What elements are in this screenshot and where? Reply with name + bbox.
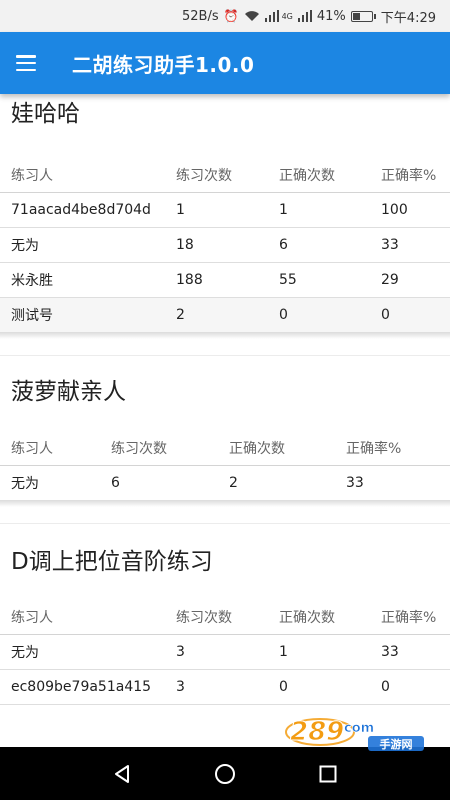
table-row[interactable]: ec809be79a51a415 3 0 0 — [0, 670, 450, 705]
back-triangle-icon[interactable] — [107, 759, 137, 789]
cell-practicer: 无为 — [11, 476, 39, 492]
header-practice-count: 练习次数 — [176, 610, 232, 626]
stats-table: 练习人 练习次数 正确次数 正确率% 71aacad4be8d704d 1 1 … — [0, 158, 450, 333]
stats-table: 练习人 练习次数 正确次数 正确率% 无为 3 1 33 ec809be79a5… — [0, 600, 450, 705]
header-correct-count: 正确次数 — [279, 168, 335, 184]
home-circle-icon[interactable] — [210, 759, 240, 789]
network-type: 4G — [281, 11, 293, 21]
header-practice-count: 练习次数 — [176, 168, 232, 184]
table-header-row: 练习人 练习次数 正确次数 正确率% — [0, 158, 450, 193]
song-title: 菠萝献亲人 — [11, 379, 126, 405]
battery-icon — [350, 10, 376, 22]
card-shadow — [0, 333, 450, 339]
cell-correct-count: 0 — [279, 307, 288, 323]
cell-accuracy: 29 — [381, 272, 399, 288]
song-title: D调上把位音阶练习 — [11, 549, 213, 575]
hamburger-menu-icon[interactable] — [0, 32, 52, 94]
status-bar: 52B/s ⏰ 4G 41% 下午4:29 — [0, 0, 450, 32]
table-header-row: 练习人 练习次数 正确次数 正确率% — [0, 431, 450, 466]
cell-accuracy: 0 — [381, 307, 390, 323]
cell-correct-count: 1 — [279, 644, 288, 660]
clock: 下午4:29 — [380, 10, 436, 26]
header-correct-count: 正确次数 — [229, 441, 285, 457]
cell-practice-count: 18 — [176, 237, 194, 253]
table-header-row: 练习人 练习次数 正确次数 正确率% — [0, 600, 450, 635]
cell-correct-count: 0 — [279, 679, 288, 695]
cell-practice-count: 1 — [176, 202, 185, 218]
cell-practice-count: 188 — [176, 272, 203, 288]
cell-correct-count: 1 — [279, 202, 288, 218]
cell-practicer: 测试号 — [11, 308, 53, 324]
table-row[interactable]: 无为 6 2 33 — [0, 466, 450, 501]
header-practice-count: 练习次数 — [111, 441, 167, 457]
signal-icon-2 — [297, 10, 312, 22]
cell-accuracy: 100 — [381, 202, 408, 218]
stats-table: 练习人 练习次数 正确次数 正确率% 无为 6 2 33 — [0, 431, 450, 501]
table-row[interactable]: 测试号 2 0 0 — [0, 298, 450, 333]
signal-icon — [264, 10, 279, 22]
cell-accuracy: 33 — [381, 644, 399, 660]
practice-stats-list[interactable]: 娃哈哈 练习人 练习次数 正确次数 正确率% 71aacad4be8d704d … — [0, 94, 450, 747]
wifi-icon — [244, 10, 260, 22]
cell-accuracy: 33 — [346, 475, 364, 491]
card-shadow — [0, 501, 450, 507]
cell-correct-count: 55 — [279, 272, 297, 288]
song-card: 娃哈哈 练习人 练习次数 正确次数 正确率% 71aacad4be8d704d … — [0, 94, 450, 339]
table-row[interactable]: 无为 3 1 33 — [0, 635, 450, 670]
song-card: 菠萝献亲人 练习人 练习次数 正确次数 正确率% 无为 6 2 33 — [0, 356, 450, 507]
cell-practice-count: 3 — [176, 644, 185, 660]
header-practicer: 练习人 — [11, 441, 53, 457]
recents-square-icon[interactable] — [313, 759, 343, 789]
app-title: 二胡练习助手1.0.0 — [72, 52, 255, 77]
cell-accuracy: 0 — [381, 679, 390, 695]
cell-practicer: ec809be79a51a415 — [11, 679, 152, 695]
header-accuracy: 正确率% — [381, 168, 437, 184]
alarm-icon: ⏰ — [223, 9, 239, 23]
table-row[interactable]: 无为 18 6 33 — [0, 228, 450, 263]
header-accuracy: 正确率% — [346, 441, 402, 457]
song-card: D调上把位音阶练习 练习人 练习次数 正确次数 正确率% 无为 3 1 33 e… — [0, 524, 450, 705]
cell-accuracy: 33 — [381, 237, 399, 253]
header-practicer: 练习人 — [11, 168, 53, 184]
cell-correct-count: 2 — [229, 475, 238, 491]
header-accuracy: 正确率% — [381, 610, 437, 626]
cell-practicer: 无为 — [11, 645, 39, 661]
header-correct-count: 正确次数 — [279, 610, 335, 626]
battery-percent: 41% — [316, 8, 346, 24]
cell-practice-count: 6 — [111, 475, 120, 491]
header-practicer: 练习人 — [11, 610, 53, 626]
system-nav-bar — [0, 747, 450, 800]
table-row[interactable]: 米永胜 188 55 29 — [0, 263, 450, 298]
cell-practicer: 无为 — [11, 238, 39, 254]
table-row[interactable]: 71aacad4be8d704d 1 1 100 — [0, 193, 450, 228]
cell-practice-count: 2 — [176, 307, 185, 323]
app-bar: 二胡练习助手1.0.0 — [0, 32, 450, 94]
cell-practicer: 71aacad4be8d704d — [11, 202, 151, 218]
cell-practice-count: 3 — [176, 679, 185, 695]
network-speed: 52B/s — [182, 8, 219, 24]
cell-practicer: 米永胜 — [11, 273, 53, 289]
cell-correct-count: 6 — [279, 237, 288, 253]
song-title: 娃哈哈 — [11, 101, 80, 127]
